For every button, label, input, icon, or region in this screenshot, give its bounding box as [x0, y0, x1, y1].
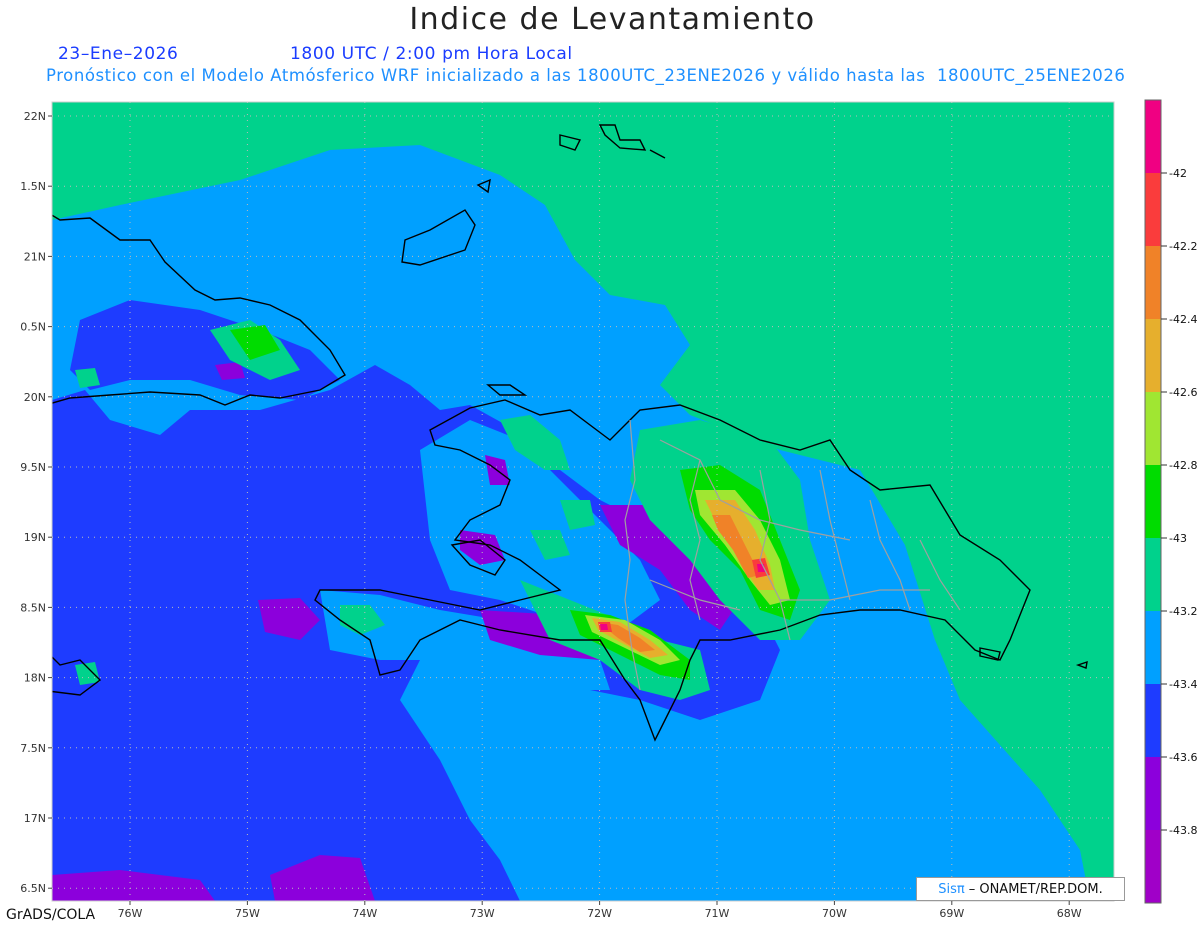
lon-label: 76W [118, 907, 143, 920]
colorbar-segment [1145, 611, 1161, 685]
lon-label: 74W [352, 907, 377, 920]
grads-footer: GrADS/COLA [6, 907, 96, 923]
lat-label: 17N [24, 812, 46, 825]
lifted-index-map: 22N 1.5N 21N 0.5N 20N 9.5N 19N 8.5N 18N 7.5N 17N 6.… [20, 99, 1197, 920]
map-field [52, 102, 1114, 901]
colorbar-label: -43.4 [1169, 678, 1197, 691]
lon-label: 68W [1057, 907, 1082, 920]
colorbar-label: -43.6 [1169, 751, 1197, 764]
lat-label: 1.5N [20, 180, 46, 193]
lat-label: 20N [24, 391, 46, 404]
lon-label: 75W [235, 907, 260, 920]
colorbar-label: -43.8 [1169, 824, 1197, 837]
lon-label: 71W [705, 907, 730, 920]
colorbar-label: -42.6 [1169, 386, 1197, 399]
lat-label: 8.5N [20, 601, 46, 614]
lat-label: 18N [24, 672, 46, 685]
lat-label: 21N [24, 250, 46, 263]
lat-label: 7.5N [20, 742, 46, 755]
longitude-labels: 76W 75W 74W 73W 72W 71W 70W 69W 68W [118, 901, 1082, 920]
colorbar-label: -43.2 [1169, 605, 1197, 618]
colorbar: -42 -42.2 -42.4 -42.6 -42.8 -43 -43.2 -43.4 -43.… [1144, 99, 1197, 904]
colorbar-segment [1145, 246, 1161, 320]
colorbar-segment [1145, 538, 1161, 612]
colorbar-segment [1145, 100, 1161, 174]
lat-label: 0.5N [20, 321, 46, 334]
colorbar-label: -42 [1169, 167, 1187, 180]
colorbar-label: -42.4 [1169, 313, 1197, 326]
lon-label: 69W [939, 907, 964, 920]
colorbar-segment [1145, 830, 1161, 904]
colorbar-segment [1145, 392, 1161, 466]
credit-box: Sisπ – ONAMET/REP.DOM. [916, 877, 1125, 901]
lat-label: 22N [24, 110, 46, 123]
colorbar-segment [1145, 757, 1161, 831]
credit-text: – ONAMET/REP.DOM. [968, 881, 1103, 897]
colorbar-label: -43 [1169, 532, 1187, 545]
colorbar-segment [1145, 465, 1161, 539]
latitude-labels: 22N 1.5N 21N 0.5N 20N 9.5N 19N 8.5N 18N 7.5N 17N 6.… [20, 110, 52, 895]
lon-label: 72W [587, 907, 612, 920]
lat-label: 9.5N [20, 461, 46, 474]
colorbar-segment [1145, 319, 1161, 393]
lon-label: 73W [470, 907, 495, 920]
credit-brand: Sisπ [938, 881, 965, 897]
lat-label: 6.5N [20, 882, 46, 895]
colorbar-segment [1145, 684, 1161, 758]
colorbar-segment [1145, 173, 1161, 247]
lat-label: 19N [24, 531, 46, 544]
lon-label: 70W [822, 907, 847, 920]
colorbar-label: -42.2 [1169, 240, 1197, 253]
colorbar-label: -42.8 [1169, 459, 1197, 472]
field-magenta-2 [600, 624, 608, 630]
